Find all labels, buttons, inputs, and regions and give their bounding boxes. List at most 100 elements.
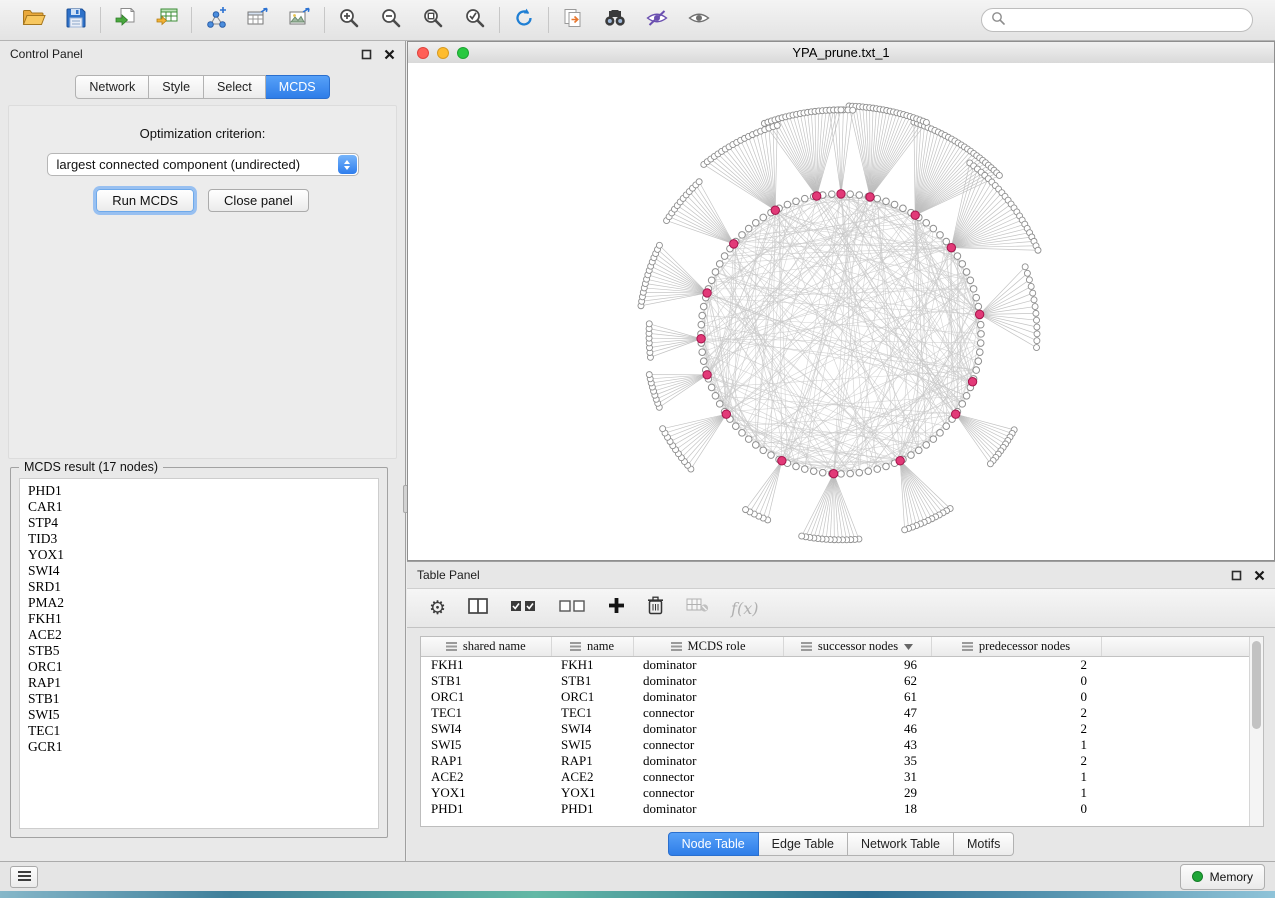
table-cell[interactable]: 2 xyxy=(931,657,1101,674)
table-cell[interactable]: 0 xyxy=(931,801,1101,817)
result-item[interactable]: SWI5 xyxy=(28,707,378,723)
table-cell[interactable]: 0 xyxy=(931,689,1101,705)
table-cell[interactable]: connector xyxy=(633,705,783,721)
table-cell[interactable]: RAP1 xyxy=(421,753,551,769)
table-row[interactable]: ACE2ACE2connector311 xyxy=(421,769,1263,785)
show-columns-button[interactable] xyxy=(468,598,488,619)
show-panels-button[interactable] xyxy=(10,866,38,888)
export-network-button[interactable] xyxy=(201,5,231,35)
window-minimize-button[interactable] xyxy=(437,47,449,59)
table-cell[interactable]: STB1 xyxy=(551,673,633,689)
result-item[interactable]: STB1 xyxy=(28,691,378,707)
table-cell[interactable]: connector xyxy=(633,769,783,785)
table-cell[interactable]: ACE2 xyxy=(421,769,551,785)
table-cell[interactable]: 47 xyxy=(783,705,931,721)
table-cell[interactable]: 46 xyxy=(783,721,931,737)
table-cell[interactable]: dominator xyxy=(633,721,783,737)
table-cell[interactable]: 96 xyxy=(783,657,931,674)
result-item[interactable]: TEC1 xyxy=(28,723,378,739)
window-close-button[interactable] xyxy=(417,47,429,59)
import-table-button[interactable] xyxy=(152,5,182,35)
close-panel-icon[interactable] xyxy=(384,49,395,60)
import-network-button[interactable] xyxy=(110,5,140,35)
result-item[interactable]: SRD1 xyxy=(28,579,378,595)
table-cell[interactable]: dominator xyxy=(633,657,783,674)
zoom-selected-button[interactable] xyxy=(460,5,490,35)
network-canvas[interactable] xyxy=(408,63,1274,560)
table-cell[interactable]: ACE2 xyxy=(551,769,633,785)
table-row[interactable]: SWI4SWI4dominator462 xyxy=(421,721,1263,737)
table-scrollbar-thumb[interactable] xyxy=(1252,641,1261,729)
table-cell[interactable]: SWI5 xyxy=(551,737,633,753)
table-cell[interactable]: dominator xyxy=(633,753,783,769)
table-cell[interactable]: STB1 xyxy=(421,673,551,689)
result-item[interactable]: PHD1 xyxy=(28,483,378,499)
table-cell[interactable]: 0 xyxy=(931,673,1101,689)
network-titlebar[interactable]: YPA_prune.txt_1 xyxy=(408,42,1274,64)
close-panel-icon[interactable] xyxy=(1254,570,1265,581)
export-image-button[interactable] xyxy=(285,5,315,35)
save-button[interactable] xyxy=(61,5,91,35)
tab-edge-table[interactable]: Edge Table xyxy=(759,832,848,856)
deselect-all-button[interactable] xyxy=(559,599,586,618)
table-cell[interactable]: ORC1 xyxy=(551,689,633,705)
close-panel-button[interactable]: Close panel xyxy=(208,189,309,212)
table-cell[interactable]: SWI4 xyxy=(551,721,633,737)
table-cell[interactable]: FKH1 xyxy=(421,657,551,674)
zoom-out-button[interactable] xyxy=(376,5,406,35)
table-cell[interactable]: PHD1 xyxy=(551,801,633,817)
result-item[interactable]: GCR1 xyxy=(28,739,378,755)
table-cell[interactable]: FKH1 xyxy=(551,657,633,674)
table-row[interactable]: PHD1PHD1dominator180 xyxy=(421,801,1263,817)
table-row[interactable]: STB1STB1dominator620 xyxy=(421,673,1263,689)
result-item[interactable]: ACE2 xyxy=(28,627,378,643)
table-row[interactable]: SWI5SWI5connector431 xyxy=(421,737,1263,753)
table-cell[interactable]: SWI4 xyxy=(421,721,551,737)
tab-node-table[interactable]: Node Table xyxy=(668,832,759,856)
table-row[interactable]: TEC1TEC1connector472 xyxy=(421,705,1263,721)
column-header-name[interactable]: name xyxy=(551,637,633,657)
network-graph[interactable] xyxy=(408,63,1274,560)
table-cell[interactable]: 29 xyxy=(783,785,931,801)
export-table-button[interactable] xyxy=(243,5,273,35)
result-item[interactable]: TID3 xyxy=(28,531,378,547)
float-panel-icon[interactable] xyxy=(1231,570,1242,581)
table-cell[interactable]: connector xyxy=(633,785,783,801)
search-network-button[interactable] xyxy=(600,5,630,35)
optimization-criterion-dropdown[interactable]: largest connected component (undirected) xyxy=(47,153,359,176)
table-cell[interactable]: 1 xyxy=(931,785,1101,801)
table-cell[interactable]: 1 xyxy=(931,737,1101,753)
table-cell[interactable]: 43 xyxy=(783,737,931,753)
table-cell[interactable]: TEC1 xyxy=(421,705,551,721)
add-column-button[interactable] xyxy=(608,597,625,619)
table-row[interactable]: RAP1RAP1dominator352 xyxy=(421,753,1263,769)
column-header-predecessor-nodes[interactable]: predecessor nodes xyxy=(931,637,1101,657)
result-item[interactable]: ORC1 xyxy=(28,659,378,675)
result-item[interactable]: STB5 xyxy=(28,643,378,659)
table-cell[interactable]: dominator xyxy=(633,689,783,705)
table-cell[interactable]: YOX1 xyxy=(421,785,551,801)
refresh-button[interactable] xyxy=(509,5,539,35)
table-cell[interactable]: 61 xyxy=(783,689,931,705)
table-cell[interactable]: TEC1 xyxy=(551,705,633,721)
copy-network-button[interactable] xyxy=(558,5,588,35)
mcds-result-list[interactable]: PHD1CAR1STP4TID3YOX1SWI4SRD1PMA2FKH1ACE2… xyxy=(19,478,379,829)
search-input[interactable] xyxy=(1011,12,1243,28)
tab-network-table[interactable]: Network Table xyxy=(848,832,954,856)
table-cell[interactable]: 18 xyxy=(783,801,931,817)
table-cell[interactable]: dominator xyxy=(633,673,783,689)
table-cell[interactable]: 1 xyxy=(931,769,1101,785)
table-cell[interactable]: connector xyxy=(633,737,783,753)
tab-style[interactable]: Style xyxy=(149,75,204,99)
table-cell[interactable]: SWI5 xyxy=(421,737,551,753)
table-cell[interactable]: RAP1 xyxy=(551,753,633,769)
table-cell[interactable]: 31 xyxy=(783,769,931,785)
result-item[interactable]: STP4 xyxy=(28,515,378,531)
show-all-button[interactable] xyxy=(684,5,714,35)
column-header-mcds-role[interactable]: MCDS role xyxy=(633,637,783,657)
table-scrollbar[interactable] xyxy=(1249,637,1263,826)
tab-motifs[interactable]: Motifs xyxy=(954,832,1014,856)
open-folder-button[interactable] xyxy=(19,5,49,35)
table-settings-button[interactable]: ⚙ xyxy=(429,599,446,618)
run-mcds-button[interactable]: Run MCDS xyxy=(96,189,194,212)
